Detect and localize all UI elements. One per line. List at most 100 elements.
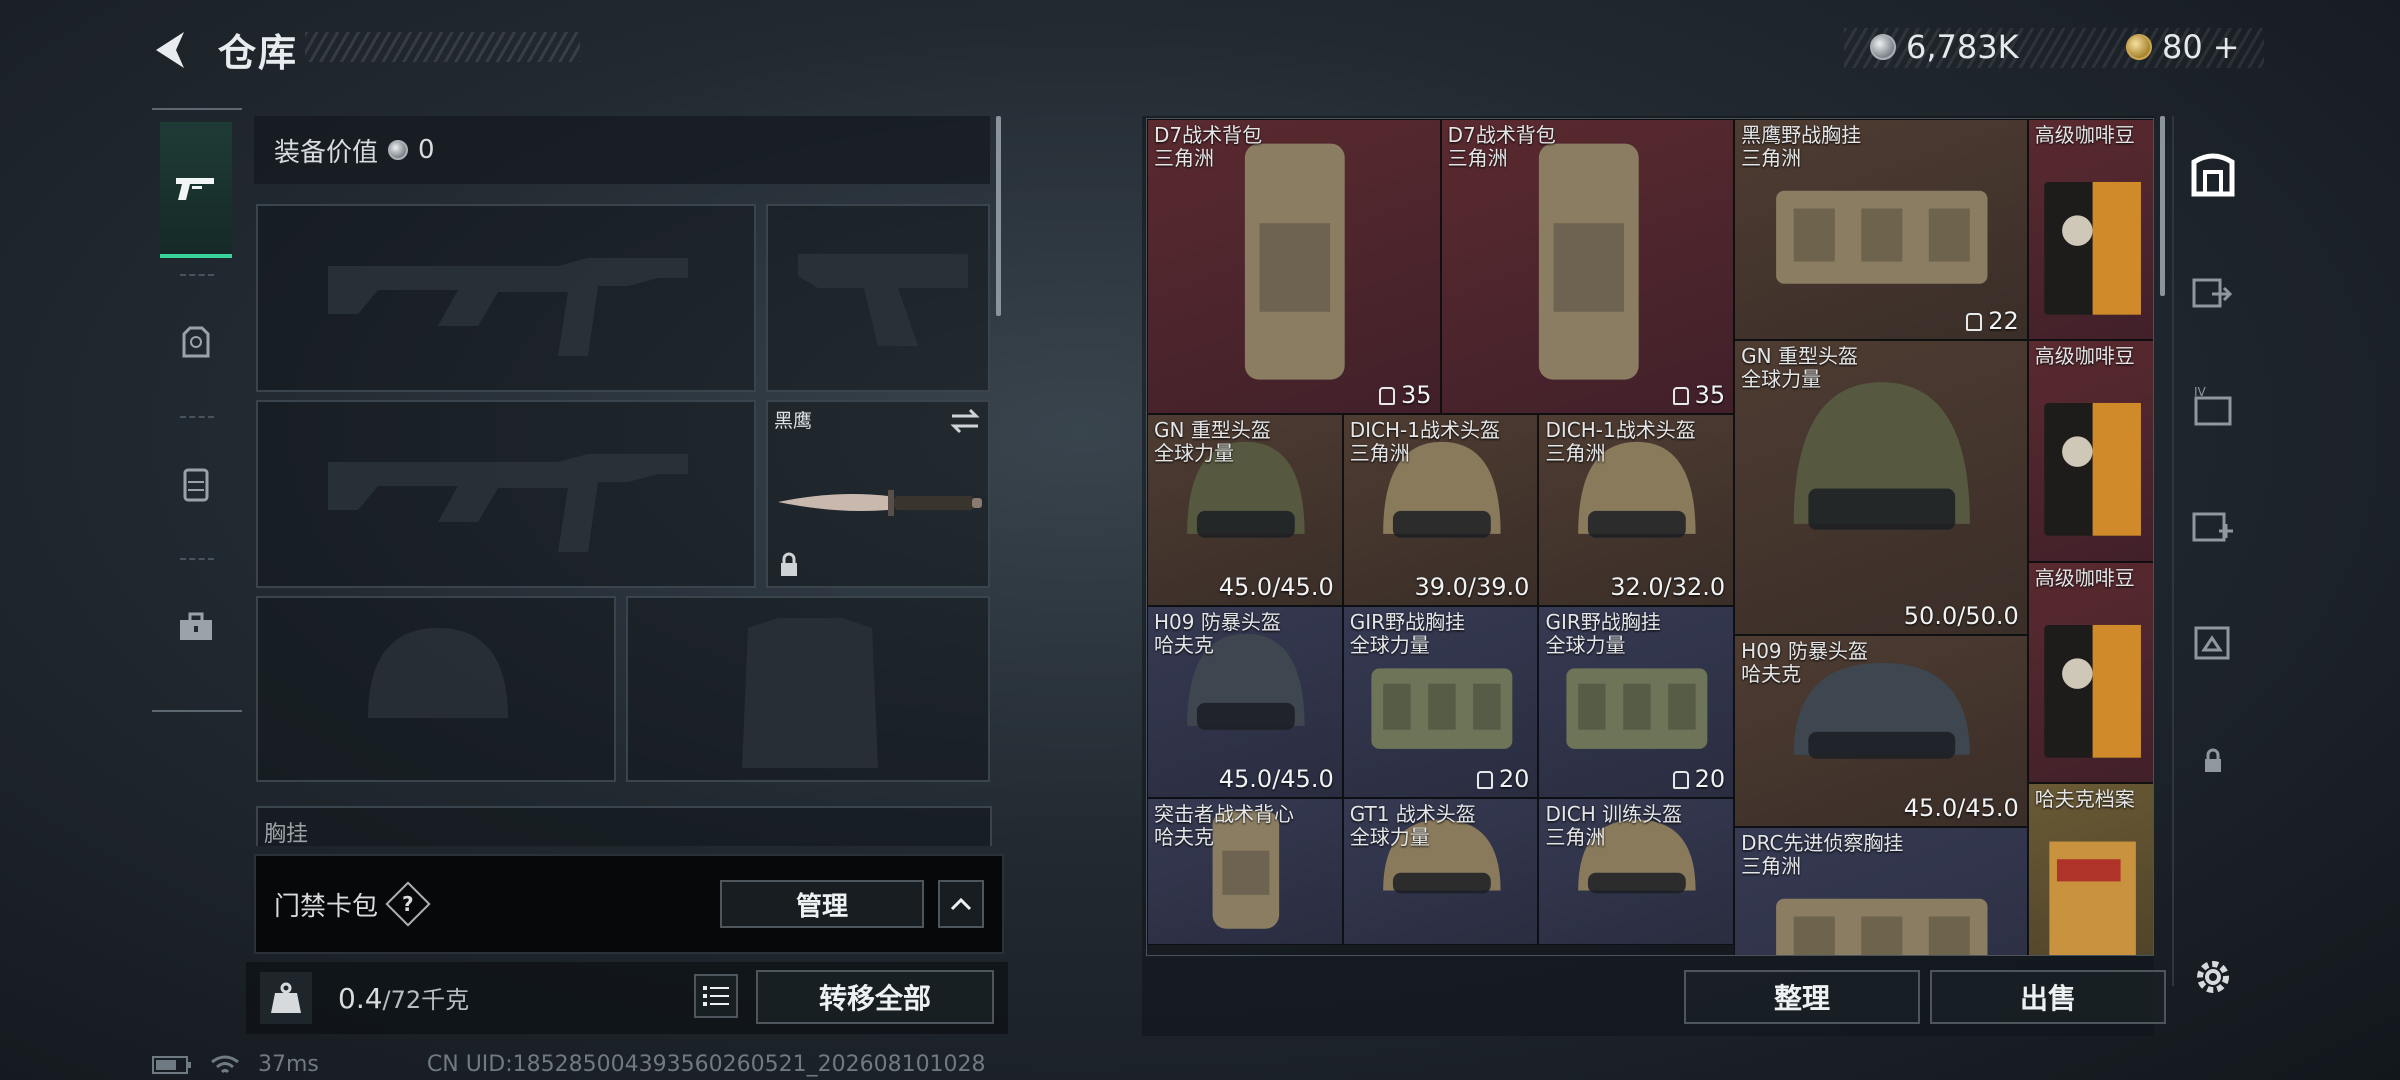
inventory-item[interactable]: H09 防暴头盔 哈夫克 45.0/45.0 bbox=[1734, 635, 2028, 827]
item-name: DICH-1战术头盔 三角洲 bbox=[1350, 419, 1500, 465]
helmet-silhouette-icon bbox=[368, 628, 508, 718]
storage-tab[interactable] bbox=[2188, 150, 2238, 200]
pistol-slot[interactable] bbox=[766, 204, 990, 392]
item-faction: 全球力量 bbox=[1545, 632, 1626, 657]
level-storage-tab[interactable]: IV bbox=[2188, 382, 2238, 432]
inventory-item[interactable]: DRC先进侦察胸挂 三角洲 bbox=[1734, 827, 2028, 955]
primary-weapon-slot[interactable] bbox=[256, 204, 756, 392]
inventory-item[interactable]: 高级咖啡豆 bbox=[2027, 340, 2153, 562]
nav-tab-backpack[interactable] bbox=[160, 416, 232, 552]
inventory-item[interactable]: GIR野战胸挂 全球力量 20 bbox=[1342, 605, 1539, 798]
inventory-item[interactable]: 突击者战术背心 哈夫克 bbox=[1147, 797, 1343, 945]
item-quantity-text: 45.0/45.0 bbox=[1218, 764, 1334, 793]
item-name: GT1 战术头盔 全球力量 bbox=[1349, 802, 1476, 849]
list-view-button[interactable] bbox=[694, 974, 738, 1018]
item-faction: 三角洲 bbox=[1741, 854, 1802, 878]
left-nav bbox=[152, 108, 242, 712]
coffee-bag-icon bbox=[2044, 403, 2141, 536]
gold-currency[interactable]: 80 + bbox=[2126, 28, 2240, 66]
equipment-value-amount: 0 bbox=[418, 135, 435, 165]
item-quantity-text: 35 bbox=[1401, 381, 1432, 409]
coffee-bag-icon bbox=[2044, 181, 2141, 315]
inventory-scrollbar[interactable] bbox=[2160, 116, 2165, 296]
vest-icon bbox=[1966, 313, 1983, 332]
expand-tab[interactable] bbox=[2188, 616, 2238, 666]
item-name: 高级咖啡豆 bbox=[2034, 565, 2135, 590]
nav-tab-armor[interactable] bbox=[160, 274, 232, 410]
sort-button[interactable]: 整理 bbox=[1684, 970, 1920, 1024]
helmet-armor-icon bbox=[182, 326, 210, 358]
uid-text: CN UID:1852850043935602605​21_2026081010… bbox=[426, 1052, 986, 1077]
melee-slot[interactable]: 黑鹰 bbox=[766, 400, 990, 588]
item-name: DICH-1战术头盔 三角洲 bbox=[1545, 419, 1695, 465]
ping-text: 37ms bbox=[258, 1052, 319, 1077]
helmet-slot[interactable] bbox=[256, 596, 616, 782]
silver-currency[interactable]: 6,783K bbox=[1870, 28, 2019, 66]
inventory-item[interactable]: H09 防暴头盔 哈夫克 45.0/45.0 bbox=[1147, 605, 1343, 798]
nav-tab-weapons[interactable] bbox=[160, 122, 232, 258]
sell-button[interactable]: 出售 bbox=[1930, 970, 2166, 1024]
item-title: GN 重型头盔 bbox=[1741, 344, 1858, 369]
inventory-item[interactable]: GT1 战术头盔 全球力量 bbox=[1342, 797, 1539, 945]
melee-label: 黑鹰 bbox=[774, 410, 813, 432]
inventory-item[interactable]: 高级咖啡豆 bbox=[2027, 119, 2153, 341]
item-faction: 全球力量 bbox=[1349, 824, 1430, 849]
item-faction: 全球力量 bbox=[1154, 441, 1234, 465]
item-title: 高级咖啡豆 bbox=[2034, 565, 2135, 590]
item-title: DRC先进侦察胸挂 bbox=[1741, 831, 1904, 855]
right-toolbar: IV bbox=[2172, 116, 2244, 993]
inventory-item[interactable]: DICH 训练头盔 三角洲 bbox=[1538, 797, 1735, 945]
inventory-item[interactable]: DICH-1战术头盔 三角洲 32.0/32.0 bbox=[1538, 414, 1735, 606]
swap-icon[interactable] bbox=[950, 408, 980, 434]
armor-slot[interactable] bbox=[626, 596, 990, 782]
item-title: GIR野战胸挂 bbox=[1545, 609, 1661, 634]
inventory-item[interactable]: 哈夫克档案 bbox=[2027, 782, 2153, 955]
inventory-item[interactable]: D7战术背包 三角洲 35 bbox=[1440, 119, 1735, 414]
inventory-item[interactable]: 高级咖啡豆 bbox=[2027, 561, 2153, 783]
silver-coin-icon bbox=[1870, 34, 1896, 60]
settings-icon bbox=[2197, 961, 2229, 993]
inventory-item[interactable]: D7战术背包 三角洲 35 bbox=[1147, 119, 1441, 414]
item-title: 突击者战术背心 bbox=[1154, 801, 1294, 826]
item-name: 高级咖啡豆 bbox=[2035, 345, 2135, 368]
collapse-button[interactable] bbox=[938, 880, 984, 928]
nav-tab-tools[interactable] bbox=[160, 558, 232, 694]
item-title: 高级咖啡豆 bbox=[2034, 344, 2135, 369]
item-faction: 全球力量 bbox=[1349, 632, 1430, 657]
help-icon[interactable]: ? bbox=[385, 881, 431, 927]
item-quantity: 22 bbox=[1966, 307, 2019, 335]
equipment-value-label: 装备价值 bbox=[274, 137, 379, 168]
lock-icon bbox=[781, 552, 797, 576]
inventory-item[interactable]: GN 重型头盔 全球力量 50.0/50.0 bbox=[1734, 340, 2028, 636]
silver-amount: 6,783K bbox=[1906, 28, 2019, 66]
item-name: DRC先进侦察胸挂 三角洲 bbox=[1741, 832, 1903, 878]
item-name: GIR野战胸挂 全球力量 bbox=[1349, 610, 1465, 657]
item-quantity-text: 32.0/32.0 bbox=[1610, 572, 1726, 601]
transfer-all-button[interactable]: 转移全部 bbox=[756, 970, 994, 1024]
battery-icon bbox=[152, 1055, 191, 1074]
manage-button[interactable]: 管理 bbox=[720, 880, 924, 928]
item-name: GN 重型头盔 全球力量 bbox=[1741, 345, 1858, 391]
item-faction: 哈夫克 bbox=[1154, 632, 1214, 657]
vest-icon bbox=[1672, 770, 1689, 789]
weight-row: 0.4/72千克 转移全部 bbox=[246, 962, 1008, 1034]
inventory-item[interactable]: GN 重型头盔 全球力量 45.0/45.0 bbox=[1147, 414, 1343, 606]
item-title: 哈夫克档案 bbox=[2034, 786, 2135, 811]
equipment-scrollbar[interactable] bbox=[996, 116, 1001, 316]
settings-button[interactable] bbox=[2188, 952, 2238, 1002]
lock-icon bbox=[2205, 748, 2221, 772]
secondary-weapon-slot[interactable] bbox=[256, 400, 756, 588]
item-quantity: 39.0/39.0 bbox=[1414, 573, 1529, 601]
access-card-row: 门禁卡包 ? 管理 bbox=[254, 854, 1004, 954]
stash-transfer-tab[interactable] bbox=[2188, 266, 2238, 316]
storage-icon bbox=[2191, 153, 2235, 197]
back-button[interactable] bbox=[150, 28, 194, 72]
inventory-item[interactable]: GIR野战胸挂 全球力量 20 bbox=[1538, 605, 1735, 798]
item-quantity-text: 45.0/45.0 bbox=[1903, 794, 2019, 822]
medical-tab[interactable] bbox=[2188, 500, 2238, 550]
item-name: H09 防暴头盔 哈夫克 bbox=[1741, 640, 1868, 686]
inventory-item[interactable]: 黑鹰野战胸挂 三角洲 22 bbox=[1734, 119, 2028, 341]
locked-tab[interactable] bbox=[2188, 736, 2238, 786]
title-decoration bbox=[305, 32, 580, 62]
inventory-item[interactable]: DICH-1战术头盔 三角洲 39.0/39.0 bbox=[1342, 414, 1539, 606]
